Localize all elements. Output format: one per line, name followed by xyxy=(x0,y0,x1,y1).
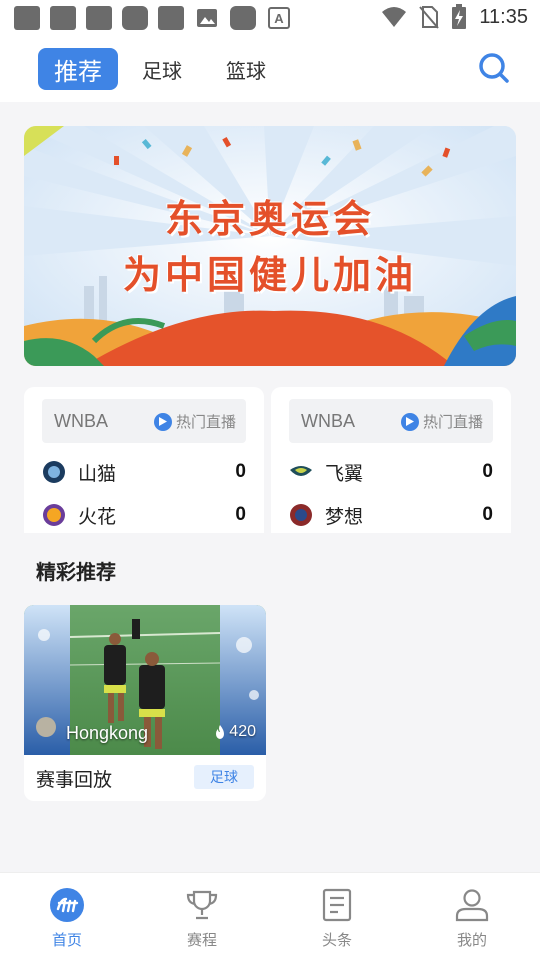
hot-live-badge[interactable]: 热门直播 xyxy=(400,411,483,432)
wifi-icon xyxy=(382,7,407,27)
match-card[interactable]: WNBA 热门直播 山猫 0 火花 0 xyxy=(24,387,264,533)
nav-label: 首页 xyxy=(51,931,82,949)
view-count-value: 420 xyxy=(229,723,256,740)
user-icon xyxy=(455,889,489,922)
team-logo-icon xyxy=(43,461,65,483)
top-tab-bar: 推荐 足球 篮球 xyxy=(0,36,540,102)
video-title: 赛事回放 xyxy=(36,769,113,791)
banner-title-line2: 为中国健儿加油 xyxy=(122,253,417,297)
font-a-icon: A xyxy=(266,6,292,30)
status-bar: A 11:35 xyxy=(0,0,540,36)
team-score: 0 xyxy=(235,461,246,482)
notification-square-icon xyxy=(14,6,40,30)
notification-square-icon xyxy=(158,6,184,30)
search-icon[interactable] xyxy=(476,50,512,86)
nav-profile[interactable]: 我的 xyxy=(432,887,512,953)
team-logo-icon xyxy=(290,466,312,476)
battery-charging-icon xyxy=(452,4,467,29)
tab-football[interactable]: 足球 xyxy=(128,48,196,90)
clock: 11:35 xyxy=(479,5,528,28)
category-tag: 足球 xyxy=(194,765,254,789)
league-name: WNBA xyxy=(54,411,108,431)
banner-title-line1: 东京奥运会 xyxy=(164,197,375,241)
view-count: 420 xyxy=(214,723,256,741)
nav-schedule[interactable]: 赛程 xyxy=(162,887,242,953)
team-row: 梦想 0 xyxy=(289,500,493,530)
nav-label: 赛程 xyxy=(186,931,217,949)
team-logo-icon xyxy=(290,504,312,526)
match-card-header: WNBA 热门直播 xyxy=(42,399,246,443)
team-row: 火花 0 xyxy=(42,500,246,530)
video-card[interactable]: Hongkong 420 赛事回放 足球 xyxy=(24,605,266,801)
system-icons: 11:35 xyxy=(381,4,528,30)
promo-banner[interactable]: 东京奥运会 为中国健儿加油 xyxy=(24,126,516,366)
section-title: 精彩推荐 xyxy=(36,560,116,584)
svg-text:A: A xyxy=(274,11,284,26)
team-name: 飞翼 xyxy=(325,462,364,485)
team-name: 火花 xyxy=(78,505,117,528)
team-name: 山猫 xyxy=(78,462,117,485)
team-row: 山猫 0 xyxy=(42,457,246,487)
notification-square-icon xyxy=(86,6,112,30)
image-icon xyxy=(194,6,220,30)
no-sim-icon xyxy=(419,6,440,29)
match-card-header: WNBA 热门直播 xyxy=(289,399,493,443)
play-icon xyxy=(153,412,172,431)
tab-basketball[interactable]: 篮球 xyxy=(212,48,280,90)
team-score: 0 xyxy=(235,504,246,525)
team-row: 飞翼 0 xyxy=(289,457,493,487)
notification-icons: A xyxy=(14,6,292,30)
team-score: 0 xyxy=(482,504,493,525)
notification-square-icon xyxy=(230,6,256,30)
video-channel-name: Hongkong xyxy=(66,723,149,743)
bottom-navigation: 首页 赛程 头条 我的 xyxy=(0,872,540,960)
nav-label: 头条 xyxy=(321,931,352,949)
home-logo-icon xyxy=(50,888,84,922)
flame-icon xyxy=(216,724,225,739)
play-icon xyxy=(400,412,419,431)
nav-headlines[interactable]: 头条 xyxy=(297,887,377,953)
hot-live-label: 热门直播 xyxy=(422,413,483,431)
document-icon xyxy=(322,888,352,922)
team-score: 0 xyxy=(482,461,493,482)
notification-square-icon xyxy=(50,6,76,30)
team-logo-icon xyxy=(43,504,65,526)
match-card[interactable]: WNBA 热门直播 飞翼 0 梦想 0 xyxy=(271,387,511,533)
team-name: 梦想 xyxy=(325,505,364,528)
hot-live-badge[interactable]: 热门直播 xyxy=(153,411,236,432)
tab-recommended[interactable]: 推荐 xyxy=(38,48,118,90)
nav-label: 我的 xyxy=(456,931,487,949)
trophy-icon xyxy=(186,890,218,920)
notification-square-icon xyxy=(122,6,148,30)
nav-home[interactable]: 首页 xyxy=(27,887,107,953)
league-name: WNBA xyxy=(301,411,355,431)
hot-live-label: 热门直播 xyxy=(175,413,236,431)
